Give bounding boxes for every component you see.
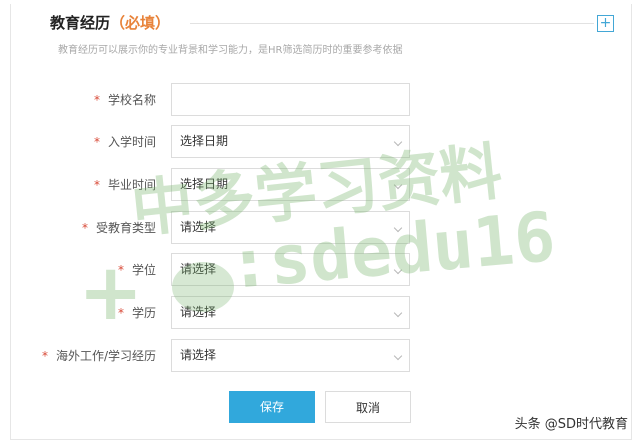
overseas-experience-select[interactable]: 请选择: [171, 339, 410, 372]
form-row-end-date: * 毕业时间 选择日期: [0, 168, 640, 202]
field-label-degree: * 学位: [117, 263, 156, 277]
field-label-education-type: * 受教育类型: [81, 221, 156, 235]
form-row-education-level: * 学历 请选择: [0, 296, 640, 330]
start-date-select[interactable]: 选择日期: [171, 125, 410, 158]
add-education-button[interactable]: +: [597, 15, 614, 32]
form-row-start-date: * 入学时间 选择日期: [0, 125, 640, 159]
field-label-school: * 学校名称: [93, 93, 156, 107]
school-name-input[interactable]: [171, 83, 410, 116]
form-row-degree: * 学位 请选择: [0, 253, 640, 287]
form-row-school: * 学校名称: [0, 83, 640, 117]
field-label-start-date: * 入学时间: [93, 135, 156, 149]
required-star: *: [41, 349, 48, 363]
field-label-education-level: * 学历: [117, 306, 156, 320]
chevron-down-icon: [393, 351, 403, 361]
degree-select[interactable]: 请选择: [171, 253, 410, 286]
section-header: 教育经历（必填）: [50, 12, 170, 33]
required-star: *: [93, 93, 100, 107]
cancel-button[interactable]: 取消: [325, 391, 411, 423]
required-star: *: [117, 306, 124, 320]
field-label-end-date: * 毕业时间: [93, 178, 156, 192]
chevron-down-icon: [393, 265, 403, 275]
required-star: *: [93, 135, 100, 149]
section-title: 教育经历: [50, 14, 111, 32]
source-credit: 头条 @SD时代教育: [514, 417, 628, 432]
form-row-education-type: * 受教育类型 请选择: [0, 211, 640, 245]
form-row-overseas: * 海外工作/学习经历 请选择: [0, 339, 640, 373]
field-label-overseas: * 海外工作/学习经历: [41, 349, 156, 363]
end-date-select[interactable]: 选择日期: [171, 168, 410, 201]
chevron-down-icon: [393, 137, 403, 147]
education-level-select[interactable]: 请选择: [171, 296, 410, 329]
required-star: *: [81, 221, 88, 235]
school-name-text[interactable]: [180, 84, 401, 115]
chevron-down-icon: [393, 180, 403, 190]
section-hint: 教育经历可以展示你的专业背景和学习能力，是HR筛选简历时的重要参考依据: [58, 45, 403, 56]
header-divider: [190, 23, 594, 24]
save-button[interactable]: 保存: [229, 391, 315, 423]
education-type-select[interactable]: 请选择: [171, 211, 410, 244]
required-star: *: [117, 263, 124, 277]
chevron-down-icon: [393, 223, 403, 233]
chevron-down-icon: [393, 308, 403, 318]
required-star: *: [93, 178, 100, 192]
section-required-tag: （必填）: [110, 14, 171, 32]
